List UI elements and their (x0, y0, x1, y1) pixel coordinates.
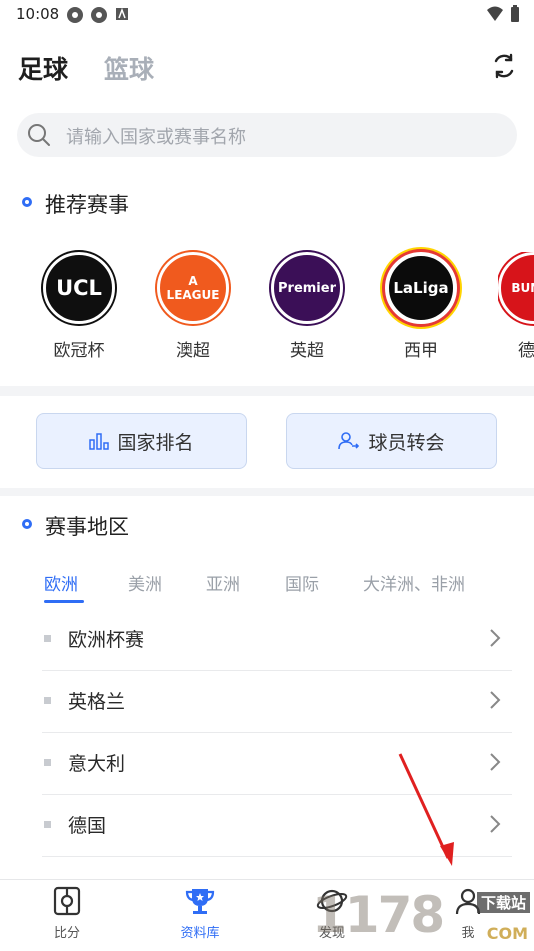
active-tab-indicator (44, 600, 84, 603)
annotation-arrow (398, 753, 454, 866)
league-item-laliga[interactable]: LaLiga 西甲 (384, 252, 458, 361)
league-name: 澳超 (176, 341, 210, 361)
league-item-ucl[interactable]: UCL 欧冠杯 (42, 252, 116, 361)
transfers-label: 球员转会 (368, 431, 445, 454)
battery-icon (511, 5, 519, 22)
bar-chart-icon (89, 433, 110, 450)
search-icon (28, 124, 50, 146)
status-time: 10:08 (16, 5, 60, 23)
refresh-icon[interactable] (490, 52, 518, 80)
nav-score-label: 比分 (53, 926, 80, 941)
score-icon (53, 886, 81, 916)
region-tab-oceania-africa[interactable]: 大洋洲、非洲 (363, 570, 465, 595)
league-item-aleague[interactable]: A LEAGUE 澳超 (156, 252, 230, 361)
status-right (486, 5, 520, 23)
app-icon (67, 7, 83, 23)
laliga-logo-icon: LaLiga (385, 252, 457, 324)
region-tab-international[interactable]: 国际 (285, 570, 319, 595)
watermark-number: 1178 (312, 886, 445, 944)
list-item-label: 欧洲杯赛 (68, 629, 145, 651)
watermark-site: 下载站 (476, 892, 530, 913)
list-bullet (44, 759, 51, 766)
wifi-icon (487, 6, 503, 21)
tab-football[interactable]: 足球 (18, 50, 68, 86)
list-bullet (44, 697, 51, 704)
transfers-button[interactable]: 球员转会 (286, 413, 497, 469)
watermark: 1178 下载站 COM (312, 884, 534, 950)
list-item-label: 意大利 (68, 753, 126, 775)
region-tab-asia[interactable]: 亚洲 (206, 570, 240, 595)
list-item-label: 德国 (68, 815, 107, 837)
list-item[interactable]: 欧洲杯赛 (42, 609, 512, 671)
bundesliga-logo-icon: BUN LI (498, 252, 534, 324)
regions-title: 赛事地区 (45, 515, 129, 539)
section-dot (22, 519, 32, 529)
list-bullet (44, 821, 51, 828)
tab-basketball[interactable]: 篮球 (104, 50, 154, 86)
aleague-logo-icon: A LEAGUE (157, 252, 229, 324)
chevron-right-icon (490, 629, 501, 647)
chevron-right-icon (490, 753, 501, 771)
region-tab-america[interactable]: 美洲 (128, 570, 162, 595)
section-dot (22, 197, 32, 207)
nav-database-label: 资料库 (180, 926, 220, 941)
league-name: 英超 (290, 341, 324, 361)
premier-logo-icon: Premier (271, 252, 343, 324)
search-placeholder: 请输入国家或赛事名称 (66, 127, 246, 148)
list-item-label: 英格兰 (68, 691, 126, 713)
users-transfer-icon (338, 432, 360, 450)
list-item[interactable]: 英格兰 (42, 671, 512, 733)
league-item-bundesliga[interactable]: BUN LI 德 (498, 252, 534, 361)
country-rank-button[interactable]: 国家排名 (36, 413, 247, 469)
status-bar: 10:08 (0, 0, 534, 30)
status-icons (66, 6, 130, 24)
nav-score[interactable]: 比分 (27, 886, 107, 941)
league-name: 欧冠杯 (53, 341, 105, 361)
country-rank-label: 国家排名 (117, 431, 194, 454)
chevron-right-icon (490, 691, 501, 709)
notification-icon (116, 7, 128, 20)
league-item-premier[interactable]: Premier 英超 (270, 252, 344, 361)
header (0, 30, 534, 96)
recommended-title: 推荐赛事 (45, 193, 129, 217)
ucl-logo-icon: UCL (43, 252, 115, 324)
region-tab-europe[interactable]: 欧洲 (44, 570, 78, 595)
trophy-icon (185, 889, 215, 914)
chevron-right-icon (490, 815, 501, 833)
app-icon (91, 7, 107, 23)
list-bullet (44, 635, 51, 642)
watermark-domain: COM (486, 924, 528, 943)
league-name: 德 (518, 341, 534, 361)
league-name: 西甲 (404, 341, 438, 361)
nav-database[interactable]: 资料库 (160, 886, 240, 941)
